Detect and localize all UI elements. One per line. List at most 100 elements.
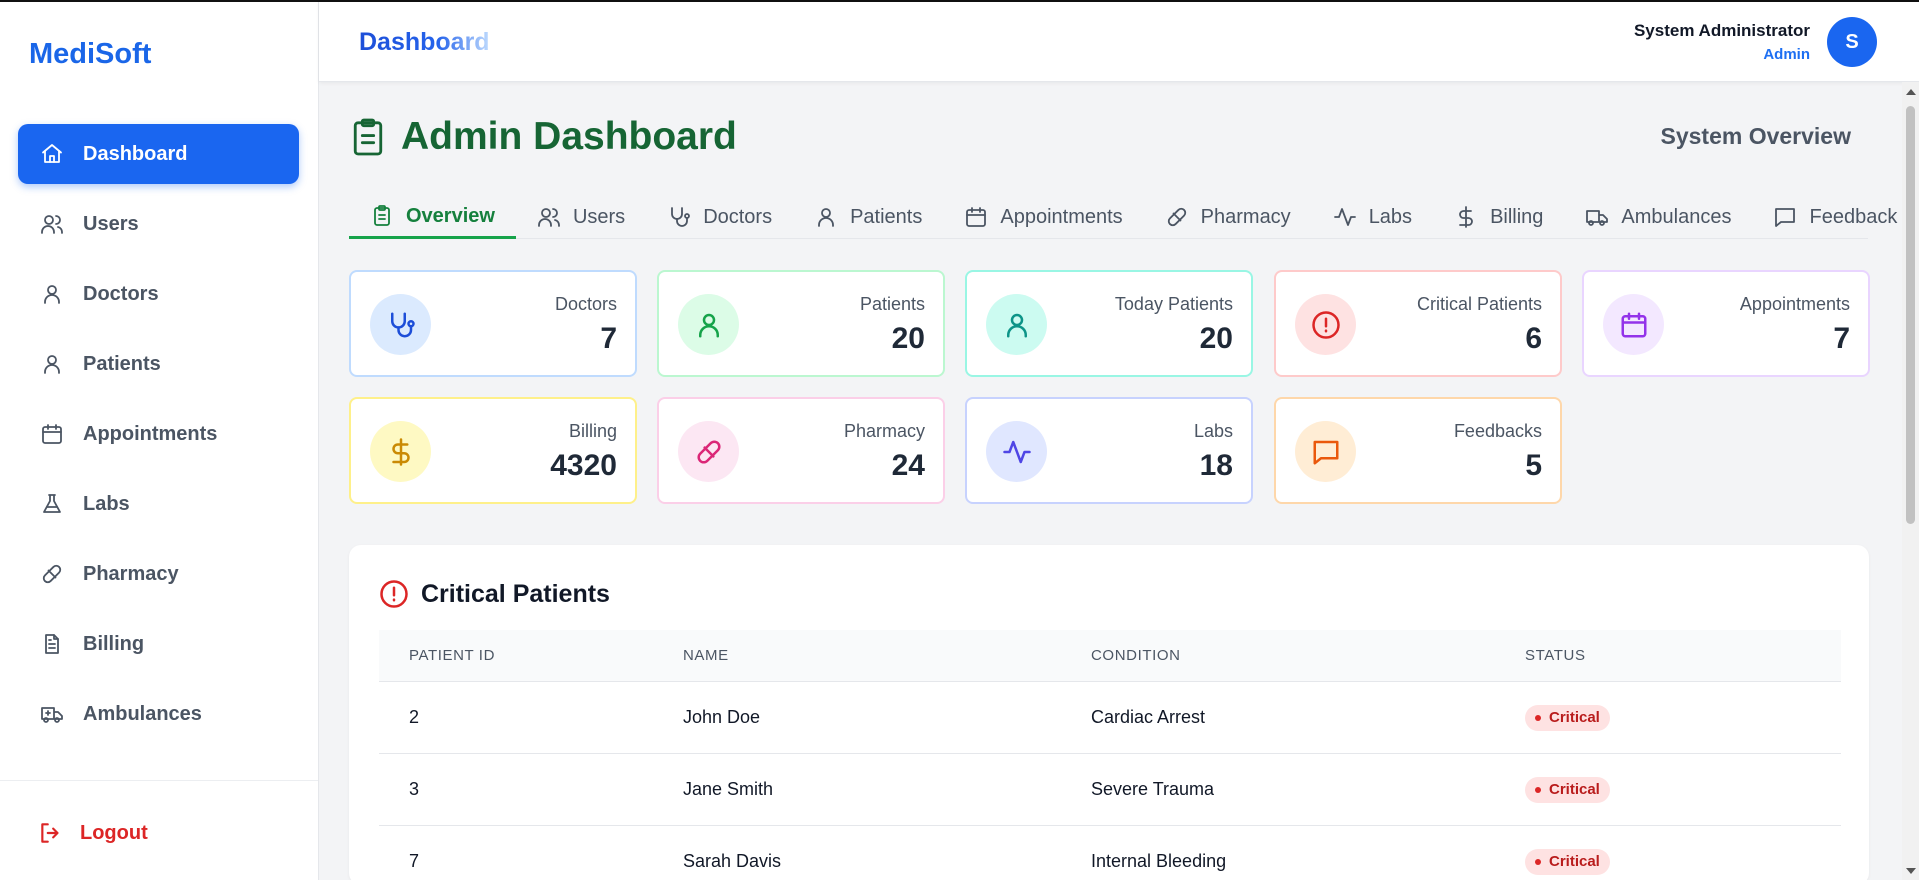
sidebar-item-label: Billing — [83, 632, 145, 655]
stat-card-today-patients[interactable]: Today Patients 20 — [965, 270, 1253, 377]
status-text: Critical — [1549, 709, 1600, 726]
stat-value: 4320 — [550, 449, 617, 482]
tab-label: Doctors — [703, 205, 773, 228]
user-icon — [1006, 313, 1027, 337]
stat-label: Appointments — [1739, 294, 1850, 314]
tab-overview[interactable]: Overview — [349, 196, 516, 239]
tab-label: Patients — [850, 205, 923, 228]
stat-value: 7 — [600, 322, 617, 355]
stat-label: Today Patients — [1114, 294, 1233, 314]
tab-pharmacy[interactable]: Pharmacy — [1144, 196, 1312, 238]
stat-card-labs[interactable]: Labs 18 — [965, 397, 1253, 504]
sidebar-item-label: Patients — [83, 352, 161, 375]
stat-card-doctors[interactable]: Doctors 7 — [349, 270, 637, 377]
sidebar: MediSoft Dashboard Users Doctors Patient… — [0, 2, 319, 880]
sidebar-item-billing[interactable]: Billing — [18, 614, 299, 674]
stat-card-appointments[interactable]: Appointments 7 — [1582, 270, 1870, 377]
status-badge: Critical — [1525, 704, 1610, 731]
stat-card-feedbacks[interactable]: Feedbacks 5 — [1274, 397, 1562, 504]
stat-card-billing[interactable]: Billing 4320 — [349, 397, 637, 504]
scroll-down-arrow-icon[interactable] — [1906, 868, 1916, 874]
avatar[interactable]: S — [1827, 17, 1877, 67]
table-row[interactable]: 7 Sarah Davis Internal Bleeding Critical — [379, 826, 1841, 880]
sidebar-item-label: Pharmacy — [83, 562, 179, 585]
stat-label: Critical Patients — [1416, 294, 1542, 314]
cell-name: John Doe — [683, 707, 761, 727]
dollar-icon — [1459, 206, 1473, 228]
panel-title: Critical Patients — [379, 579, 610, 609]
page-scrollbar[interactable] — [1902, 82, 1919, 880]
sidebar-item-ambulances[interactable]: Ambulances — [18, 684, 299, 744]
file-text-icon — [38, 630, 66, 658]
tab-labs[interactable]: Labs — [1312, 196, 1433, 238]
column-header-name[interactable]: Name — [683, 647, 1091, 664]
tab-users[interactable]: Users — [516, 196, 646, 238]
panel-title-text: Critical Patients — [421, 579, 610, 608]
cell-condition: Severe Trauma — [1091, 779, 1215, 799]
main-content: Admin Dashboard System Overview Overview… — [319, 82, 1899, 880]
tab-label: Users — [572, 205, 626, 228]
system-overview-label: System Overview — [1660, 123, 1851, 149]
critical-patients-panel: Critical Patients Patient ID Name Condit… — [349, 545, 1869, 880]
stat-icon-circle — [1603, 294, 1664, 355]
sidebar-nav: Dashboard Users Doctors Patients Appoint… — [18, 124, 299, 754]
sidebar-item-patients[interactable]: Patients — [18, 334, 299, 394]
cell-patient-id: 3 — [409, 779, 420, 799]
scroll-up-arrow-icon[interactable] — [1906, 89, 1916, 95]
stat-card-pharmacy[interactable]: Pharmacy 24 — [657, 397, 945, 504]
user-icon — [38, 350, 66, 378]
sidebar-item-label: Appointments — [83, 422, 218, 445]
pill-icon — [696, 439, 721, 464]
sidebar-item-label: Users — [83, 212, 139, 235]
sidebar-item-users[interactable]: Users — [18, 194, 299, 254]
stat-card-critical-patients[interactable]: Critical Patients 6 — [1274, 270, 1562, 377]
clipboard-icon — [353, 118, 383, 156]
users-icon — [38, 210, 66, 238]
stat-icon-circle — [1295, 421, 1356, 482]
tab-appointments[interactable]: Appointments — [943, 196, 1143, 238]
status-dot — [1535, 786, 1541, 793]
sidebar-item-appointments[interactable]: Appointments — [18, 404, 299, 464]
table-row[interactable]: 2 John Doe Cardiac Arrest Critical — [379, 682, 1841, 754]
logout-label: Logout — [80, 821, 148, 844]
scrollbar-thumb[interactable] — [1906, 106, 1915, 524]
stat-icon-circle — [986, 294, 1047, 355]
dashboard-tabs: Overview Users Doctors Patients Appointm… — [349, 196, 1897, 239]
activity-icon — [1333, 208, 1356, 226]
message-icon — [1313, 440, 1338, 464]
column-header-patient-id[interactable]: Patient ID — [379, 647, 683, 664]
stat-label: Feedbacks — [1453, 421, 1542, 441]
stat-icon-circle — [678, 294, 739, 355]
tab-label: Pharmacy — [1200, 205, 1291, 228]
sidebar-item-dashboard[interactable]: Dashboard — [18, 124, 299, 184]
stat-card-patients[interactable]: Patients 20 — [657, 270, 945, 377]
sidebar-item-labs[interactable]: Labs — [18, 474, 299, 534]
tab-ambulances[interactable]: Ambulances — [1564, 196, 1752, 238]
user-role: Admin — [1763, 46, 1810, 63]
calendar-icon — [1621, 312, 1646, 337]
stat-value: 7 — [1833, 322, 1850, 355]
brand-logo[interactable]: MediSoft — [29, 38, 151, 71]
logout-button[interactable]: Logout — [38, 820, 148, 846]
sidebar-item-pharmacy[interactable]: Pharmacy — [18, 544, 299, 604]
user-icon — [818, 208, 834, 227]
table-row[interactable]: 3 Jane Smith Severe Trauma Critical — [379, 754, 1841, 826]
calendar-icon — [966, 207, 987, 227]
status-dot — [1535, 714, 1541, 721]
alert-circle-icon — [380, 580, 408, 608]
cell-name: Sarah Davis — [683, 851, 782, 871]
tab-doctors[interactable]: Doctors — [646, 196, 793, 238]
tab-label: Feedback — [1809, 205, 1898, 228]
column-header-condition[interactable]: Condition — [1091, 647, 1525, 664]
truck-icon — [1586, 210, 1609, 226]
column-header-status[interactable]: Status — [1525, 647, 1841, 664]
sidebar-item-doctors[interactable]: Doctors — [18, 264, 299, 324]
tab-feedback[interactable]: Feedback — [1752, 196, 1918, 238]
stat-value: 20 — [1199, 322, 1233, 355]
top-header: Dashboard System Administrator Admin S — [319, 2, 1919, 82]
tab-patients[interactable]: Patients — [793, 196, 943, 238]
home-icon — [38, 140, 66, 168]
tab-billing[interactable]: Billing — [1433, 196, 1564, 238]
tab-label: Overview — [406, 204, 495, 227]
stat-label: Billing — [568, 421, 617, 441]
